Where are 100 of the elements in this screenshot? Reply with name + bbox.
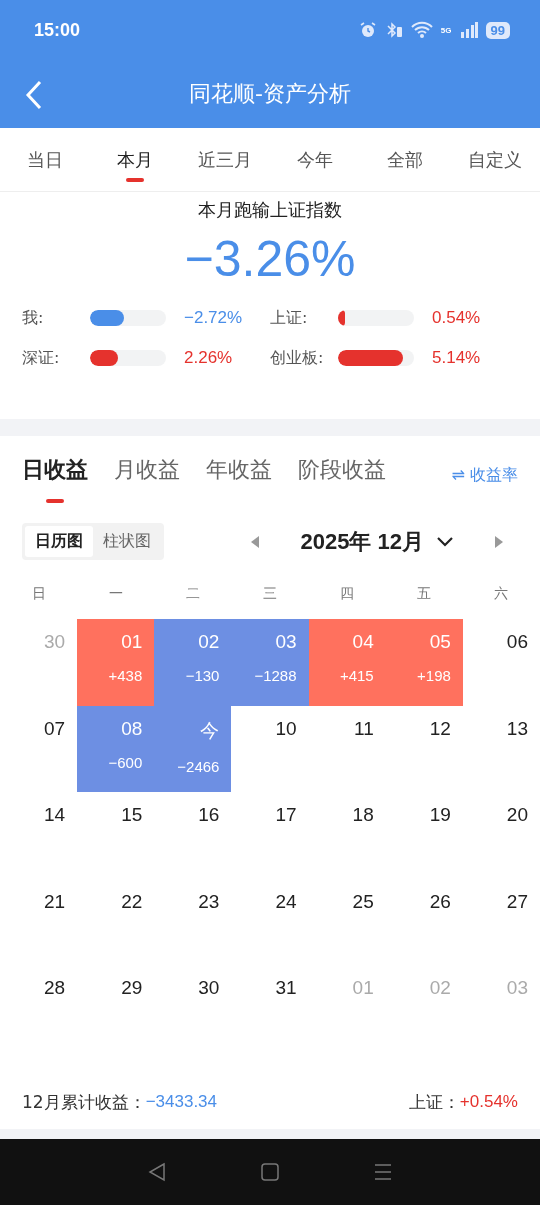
calendar-day[interactable]: 07 — [0, 705, 78, 793]
status-time: 15:00 — [34, 19, 81, 41]
period-tab[interactable]: 本月 — [90, 128, 180, 191]
calendar-day[interactable]: 27 — [462, 878, 540, 966]
day-profit: −130 — [185, 667, 220, 684]
calendar-day[interactable]: 11 — [308, 705, 386, 793]
right-triangle-icon — [494, 534, 504, 549]
comparison-label: 深证: — [22, 347, 61, 369]
comparison-value: 5.14% — [432, 348, 481, 368]
day-number: 07 — [44, 717, 66, 740]
alarm-icon — [358, 21, 377, 39]
day-number: 01 — [121, 631, 143, 653]
day-number: 03 — [275, 631, 297, 653]
period-tab[interactable]: 今年 — [270, 128, 360, 191]
day-number: 02 — [198, 631, 220, 653]
calendar-day[interactable]: 12 — [385, 705, 463, 793]
weekday-label: 二 — [184, 585, 201, 603]
weekday-label: 六 — [493, 585, 510, 603]
calendar-day[interactable]: 16 — [154, 792, 232, 879]
day-number: 01 — [352, 977, 374, 1000]
day-number: 05 — [429, 631, 451, 653]
calendar-day[interactable]: 14 — [0, 792, 78, 879]
comparison-value: 2.26% — [184, 348, 233, 368]
weekday-label: 四 — [339, 585, 356, 603]
period-tab[interactable]: 近三月 — [180, 128, 270, 191]
calendar-day[interactable]: 20 — [462, 792, 540, 879]
calendar-day[interactable]: 29 — [77, 965, 155, 1052]
day-profit: −1288 — [254, 667, 297, 684]
summary-title: 本月跑输上证指数 — [198, 198, 342, 222]
bluetooth-icon — [384, 21, 403, 39]
total-value: −3433.34 — [145, 1092, 218, 1113]
calendar-day[interactable]: 18 — [308, 792, 386, 879]
back-icon[interactable] — [24, 80, 44, 110]
day-profit: +438 — [108, 667, 143, 684]
calendar-day[interactable]: 17 — [231, 792, 309, 879]
day-profit: +415 — [339, 667, 374, 684]
day-number: 26 — [429, 890, 451, 913]
page-title: 同花顺-资产分析 — [189, 80, 351, 108]
calendar-day[interactable]: 13 — [462, 705, 540, 793]
comparison-label: 我: — [22, 307, 45, 329]
signal-icon — [459, 21, 478, 39]
calendar-day[interactable]: 25 — [308, 878, 386, 966]
day-number: 28 — [44, 977, 66, 1000]
profit-tab[interactable]: 年收益 — [206, 445, 272, 505]
calendar-day[interactable]: 21 — [0, 878, 78, 966]
calendar-day[interactable]: 30 — [154, 965, 232, 1052]
day-number: 25 — [352, 890, 374, 913]
month-picker[interactable]: 2025年 12月 — [274, 526, 480, 557]
day-number: 今 — [200, 718, 220, 743]
day-number: 22 — [121, 890, 143, 913]
calendar-day[interactable]: 31 — [231, 965, 309, 1052]
period-tab[interactable]: 自定义 — [450, 128, 540, 191]
day-number: 02 — [429, 977, 451, 1000]
weekday-label: 三 — [262, 585, 278, 603]
day-number: 12 — [429, 717, 451, 740]
day-number: 18 — [352, 804, 374, 827]
index-label: 上证： — [408, 1090, 460, 1114]
calendar-day[interactable]: 10 — [231, 705, 309, 793]
calendar-day[interactable]: 19 — [385, 792, 463, 879]
total-label: 12月累计收益： — [22, 1090, 146, 1114]
profit-tab[interactable]: 月收益 — [114, 445, 180, 505]
day-number: 31 — [275, 977, 297, 1000]
back-nav-icon[interactable] — [146, 1161, 167, 1182]
day-number: 16 — [198, 804, 220, 827]
calendar-day[interactable]: 26 — [385, 878, 463, 966]
calendar-day[interactable]: 28 — [0, 965, 78, 1052]
day-number: 20 — [506, 804, 528, 827]
weekday-label: 五 — [416, 585, 433, 603]
calendar-day[interactable]: 22 — [77, 878, 155, 966]
weekday-label: 一 — [107, 585, 124, 603]
view-option[interactable]: 日历图 — [25, 526, 93, 557]
day-number: 06 — [506, 631, 528, 653]
left-triangle-icon — [250, 534, 261, 549]
calendar-day[interactable]: 24 — [231, 878, 309, 966]
day-number: 17 — [275, 804, 297, 827]
day-profit: +198 — [417, 667, 451, 684]
day-number: 08 — [121, 717, 143, 740]
day-number: 15 — [121, 804, 143, 827]
day-number: 24 — [275, 890, 297, 913]
profit-tab[interactable]: 阶段收益 — [298, 445, 386, 505]
day-number: 23 — [198, 890, 220, 913]
day-number: 30 — [198, 977, 220, 1000]
menu-icon[interactable] — [373, 1161, 394, 1182]
calendar-day[interactable]: 06 — [462, 619, 540, 706]
calendar-day[interactable]: 23 — [154, 878, 232, 966]
comparison-value: 0.54% — [432, 308, 481, 328]
day-number: 04 — [352, 631, 374, 653]
home-nav-icon[interactable] — [260, 1161, 280, 1182]
view-option[interactable]: 柱状图 — [93, 526, 161, 557]
calendar-day[interactable]: 15 — [77, 792, 155, 879]
network-label: 5G — [440, 25, 452, 35]
period-tab[interactable]: 全部 — [360, 128, 450, 191]
day-number: 30 — [44, 631, 66, 653]
day-number: 14 — [44, 804, 66, 827]
day-number: 19 — [429, 804, 451, 827]
profit-tab[interactable]: 日收益 — [22, 445, 88, 505]
index-value: +0.54% — [459, 1092, 518, 1113]
period-tab[interactable]: 当日 — [0, 128, 90, 191]
day-number: 13 — [506, 717, 528, 740]
day-profit: −2466 — [177, 757, 220, 775]
